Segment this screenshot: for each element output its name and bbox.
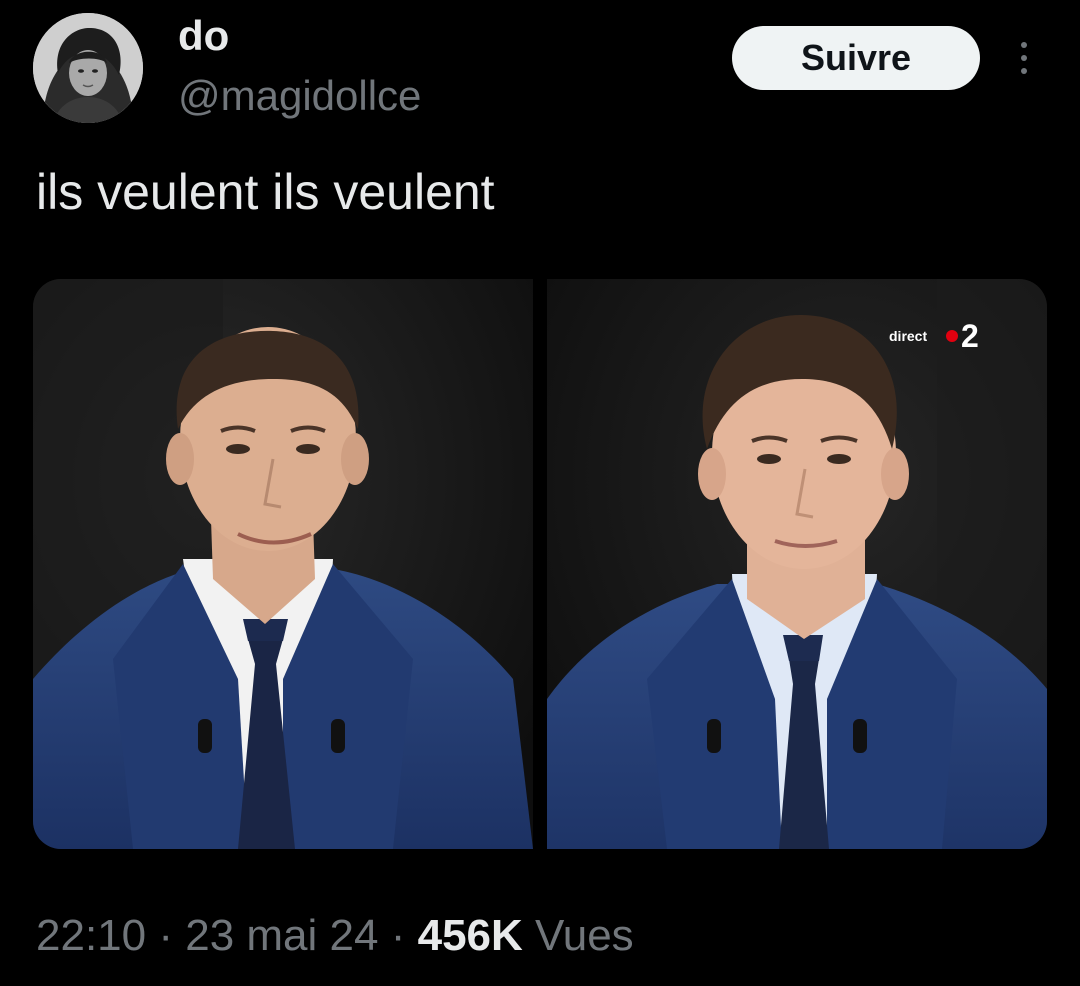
- more-options-button[interactable]: [1006, 36, 1042, 80]
- media-photo-left[interactable]: [33, 279, 533, 849]
- tweet-time[interactable]: 22:10: [36, 911, 146, 960]
- user-handle[interactable]: @magidollce: [178, 70, 421, 122]
- media-photo-right[interactable]: direct 2: [547, 279, 1047, 849]
- follow-button[interactable]: Suivre: [732, 26, 980, 90]
- more-vertical-icon: [1021, 42, 1027, 48]
- tweet-text: ils veulent ils veulent: [36, 164, 495, 220]
- tweet-meta: 22:10 · 23 mai 24 · 456K Vues: [36, 906, 634, 966]
- views-label: Vues: [535, 911, 634, 960]
- meta-separator: ·: [390, 911, 406, 960]
- more-vertical-icon-dot: [1021, 55, 1027, 61]
- tweet-date[interactable]: 23 mai 24: [185, 911, 378, 960]
- avatar[interactable]: [33, 13, 143, 123]
- views-count: 456K: [417, 911, 523, 960]
- channel-overlay-number: 2: [961, 318, 979, 354]
- display-name[interactable]: do: [178, 10, 229, 62]
- tweet-media[interactable]: direct 2: [33, 279, 1047, 849]
- photo-right-image: direct 2: [547, 279, 1047, 849]
- more-vertical-icon-dot: [1021, 68, 1027, 74]
- avatar-image: [33, 13, 143, 123]
- live-dot-icon: [946, 330, 958, 342]
- channel-overlay-label: direct: [889, 328, 927, 344]
- photo-left-image: [33, 279, 533, 849]
- meta-separator: ·: [158, 911, 173, 960]
